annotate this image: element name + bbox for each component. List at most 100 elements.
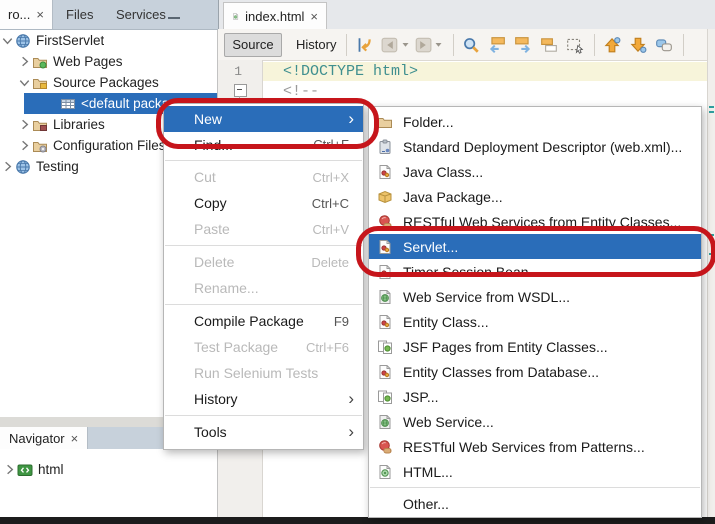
submenu-item-other[interactable]: Other... bbox=[369, 491, 701, 516]
source-view-button[interactable]: Source bbox=[224, 33, 282, 57]
rectangular-selection-icon[interactable] bbox=[566, 36, 584, 54]
submenu-item-jsp[interactable]: JSP... bbox=[369, 384, 701, 409]
submenu-item-entity-from-database[interactable]: Entity Classes from Database... bbox=[369, 359, 701, 384]
chevron-right-icon[interactable] bbox=[17, 54, 32, 69]
toolbar-separator bbox=[346, 34, 347, 56]
servlet-icon bbox=[377, 239, 393, 255]
code-line-2[interactable]: <!-- bbox=[283, 83, 319, 100]
submenu-item-java-package[interactable]: Java Package... bbox=[369, 184, 701, 209]
error-stripe-mark[interactable] bbox=[709, 253, 714, 255]
chevron-down-icon[interactable] bbox=[17, 75, 32, 90]
chevron-right-icon[interactable] bbox=[2, 462, 17, 477]
menu-item-cut[interactable]: Cut Ctrl+X bbox=[164, 164, 363, 190]
toggle-highlight-icon[interactable] bbox=[540, 36, 558, 54]
close-icon[interactable]: × bbox=[71, 431, 79, 446]
tree-item-firstservlet[interactable]: FirstServlet bbox=[0, 30, 217, 51]
toolbar-separator bbox=[594, 34, 595, 56]
menu-item-delete[interactable]: Delete Delete bbox=[164, 249, 363, 275]
menu-item-copy[interactable]: Copy Ctrl+C bbox=[164, 190, 363, 216]
web-service-icon bbox=[377, 414, 393, 430]
restful-icon bbox=[377, 214, 393, 230]
chevron-right-icon[interactable] bbox=[0, 159, 15, 174]
submenu-item-servlet[interactable]: Servlet... bbox=[369, 234, 701, 259]
source-packages-folder-icon bbox=[32, 75, 48, 91]
close-icon[interactable]: × bbox=[310, 9, 318, 24]
editor-toolbar: Source History bbox=[218, 29, 715, 61]
tab-files-label: Files bbox=[66, 7, 93, 22]
submenu-item-folder[interactable]: Folder... bbox=[369, 109, 701, 134]
tab-services[interactable]: Services bbox=[108, 0, 174, 29]
menu-item-paste[interactable]: Paste Ctrl+V bbox=[164, 216, 363, 242]
tab-services-label: Services bbox=[116, 7, 166, 22]
submenu-item-web-service[interactable]: Web Service... bbox=[369, 409, 701, 434]
find-next-icon[interactable] bbox=[514, 36, 532, 54]
context-menu: New › Find... Ctrl+F Cut Ctrl+X Copy Ctr… bbox=[163, 103, 364, 450]
submenu-item-web-service-from-wsdl[interactable]: Web Service from WSDL... bbox=[369, 284, 701, 309]
history-view-button[interactable]: History bbox=[296, 37, 336, 52]
submenu-item-restful-from-patterns[interactable]: RESTful Web Services from Patterns... bbox=[369, 434, 701, 459]
web-service-icon bbox=[377, 289, 393, 305]
html-file-icon bbox=[377, 464, 393, 480]
code-fold-icon[interactable] bbox=[234, 84, 247, 97]
find-selection-icon[interactable] bbox=[462, 36, 480, 54]
html-file-icon bbox=[232, 9, 239, 24]
find-previous-icon[interactable] bbox=[488, 36, 506, 54]
netbeans-window: ro... × Files Services FirstServlet Web … bbox=[0, 0, 715, 524]
folder-icon bbox=[377, 114, 393, 130]
new-submenu: Folder... Standard Deployment Descriptor… bbox=[368, 106, 702, 518]
tree-item-web-pages[interactable]: Web Pages bbox=[0, 51, 217, 72]
error-stripe[interactable] bbox=[707, 29, 715, 517]
submenu-item-deployment-descriptor[interactable]: Standard Deployment Descriptor (web.xml)… bbox=[369, 134, 701, 159]
previous-bookmark-icon[interactable] bbox=[603, 36, 621, 54]
entity-class-icon bbox=[377, 314, 393, 330]
tree-item-source-packages[interactable]: Source Packages bbox=[0, 72, 217, 93]
code-line-1[interactable]: <!DOCTYPE html> bbox=[283, 63, 418, 80]
forward-icon[interactable] bbox=[414, 36, 432, 54]
submenu-item-entity-class[interactable]: Entity Class... bbox=[369, 309, 701, 334]
menu-item-run-selenium-tests[interactable]: Run Selenium Tests bbox=[164, 360, 363, 386]
error-stripe-mark[interactable] bbox=[709, 106, 714, 108]
jsf-pages-icon bbox=[377, 339, 393, 355]
package-grid-icon bbox=[60, 96, 76, 112]
submenu-item-timer-session-bean[interactable]: Timer Session Bean... bbox=[369, 259, 701, 284]
last-edit-icon[interactable] bbox=[355, 36, 373, 54]
submenu-item-html[interactable]: HTML... bbox=[369, 459, 701, 484]
menu-item-test-package[interactable]: Test Package Ctrl+F6 bbox=[164, 334, 363, 360]
deployment-descriptor-icon bbox=[377, 139, 393, 155]
toggle-bookmark-icon[interactable] bbox=[655, 36, 673, 54]
tab-index-html[interactable]: index.html × bbox=[223, 2, 327, 29]
next-bookmark-icon[interactable] bbox=[629, 36, 647, 54]
window-bottom-edge bbox=[0, 517, 715, 524]
minimize-icon[interactable] bbox=[168, 17, 180, 19]
configuration-folder-icon bbox=[32, 138, 48, 154]
chevron-right-icon[interactable] bbox=[17, 117, 32, 132]
menu-item-find[interactable]: Find... Ctrl+F bbox=[164, 132, 363, 157]
error-stripe-mark[interactable] bbox=[709, 111, 714, 113]
tab-files[interactable]: Files bbox=[58, 0, 101, 29]
forward-dropdown-icon[interactable] bbox=[434, 40, 443, 49]
menu-item-history[interactable]: History › bbox=[164, 386, 363, 412]
chevron-down-icon[interactable] bbox=[0, 33, 15, 48]
submenu-arrow-icon: › bbox=[348, 425, 354, 439]
menu-item-tools[interactable]: Tools › bbox=[164, 419, 363, 445]
submenu-item-java-class[interactable]: Java Class... bbox=[369, 159, 701, 184]
submenu-arrow-icon: › bbox=[348, 112, 354, 126]
editor-tabstrip: index.html × bbox=[218, 0, 715, 30]
menu-item-new[interactable]: New › bbox=[164, 106, 363, 132]
menu-item-rename[interactable]: Rename... bbox=[164, 275, 363, 301]
close-icon[interactable]: × bbox=[36, 7, 44, 22]
navigator-item-html[interactable]: html bbox=[0, 459, 217, 480]
tab-projects[interactable]: ro... × bbox=[0, 0, 53, 29]
error-stripe-mark[interactable] bbox=[709, 234, 714, 236]
navigator-panel: html bbox=[0, 449, 218, 517]
back-dropdown-icon[interactable] bbox=[401, 40, 410, 49]
jsp-icon bbox=[377, 389, 393, 405]
back-icon[interactable] bbox=[381, 36, 399, 54]
toolbar-separator bbox=[683, 34, 684, 56]
tab-navigator[interactable]: Navigator × bbox=[0, 427, 88, 449]
submenu-item-restful-from-entity[interactable]: RESTful Web Services from Entity Classes… bbox=[369, 209, 701, 234]
html-tag-icon bbox=[17, 462, 33, 478]
menu-item-compile-package[interactable]: Compile Package F9 bbox=[164, 308, 363, 334]
chevron-right-icon[interactable] bbox=[17, 138, 32, 153]
submenu-item-jsf-pages-from-entity[interactable]: JSF Pages from Entity Classes... bbox=[369, 334, 701, 359]
